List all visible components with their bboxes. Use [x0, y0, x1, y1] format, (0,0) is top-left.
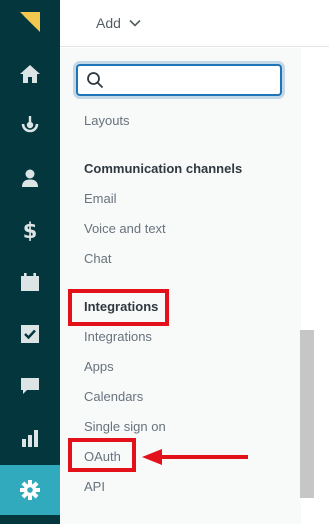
nav-home[interactable] — [0, 49, 60, 99]
customers-icon — [22, 169, 38, 187]
nav-calendar[interactable] — [0, 257, 60, 307]
menu-item-layouts[interactable]: Layouts — [84, 113, 130, 128]
search-icon — [87, 72, 104, 89]
highlight-box-oauth — [68, 438, 136, 472]
logo-icon[interactable] — [18, 10, 42, 34]
section-heading-communication-channels: Communication channels — [84, 161, 243, 176]
annotation-arrow-icon — [142, 449, 248, 465]
menu-item-integrations[interactable]: Integrations — [84, 329, 152, 344]
menu-item-apps[interactable]: Apps — [84, 359, 114, 374]
menu-item-chat[interactable]: Chat — [84, 251, 111, 266]
nav-customers[interactable] — [0, 153, 60, 203]
billing-icon: $ — [23, 219, 38, 242]
nav-views[interactable] — [0, 101, 60, 151]
nav-chat[interactable] — [0, 361, 60, 411]
nav-reports[interactable] — [0, 413, 60, 463]
views-icon — [21, 116, 39, 133]
menu-item-calendars[interactable]: Calendars — [84, 389, 143, 404]
chat-icon — [21, 378, 39, 394]
search-input[interactable] — [110, 70, 270, 90]
reports-icon — [22, 430, 38, 447]
menu-item-email[interactable]: Email — [84, 191, 117, 206]
nav-billing[interactable]: $ — [0, 205, 60, 255]
settings-icon — [20, 480, 40, 500]
panel-scrollbar-thumb[interactable] — [300, 330, 314, 498]
menu-item-voice-and-text[interactable]: Voice and text — [84, 221, 166, 236]
global-nav-rail: $ — [0, 0, 60, 524]
nav-tasks[interactable] — [0, 309, 60, 359]
menu-item-single-sign-on[interactable]: Single sign on — [84, 419, 166, 434]
top-header: Add — [60, 0, 329, 47]
highlight-box-integrations-heading — [68, 289, 169, 326]
nav-settings[interactable] — [0, 465, 60, 515]
home-icon — [20, 65, 40, 83]
calendar-icon — [21, 273, 39, 291]
chevron-down-icon — [129, 19, 141, 27]
add-button[interactable]: Add — [96, 12, 141, 34]
menu-item-api[interactable]: API — [84, 479, 105, 494]
svg-text:$: $ — [23, 219, 38, 242]
tasks-icon — [21, 325, 39, 343]
search-box[interactable] — [76, 64, 282, 96]
add-button-label: Add — [96, 15, 121, 31]
